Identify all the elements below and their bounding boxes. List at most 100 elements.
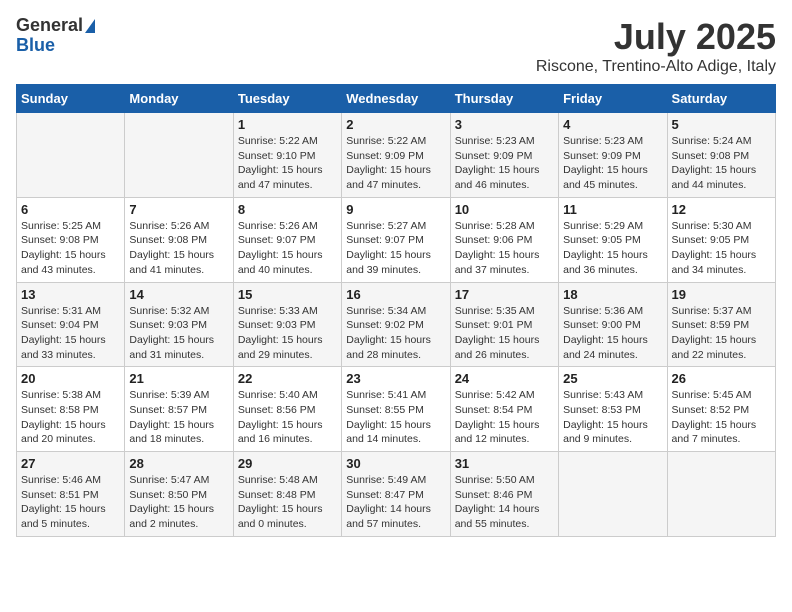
- calendar-week-row: 27 Sunrise: 5:46 AMSunset: 8:51 PMDayligh…: [17, 452, 776, 537]
- day-number: 25: [563, 371, 662, 386]
- day-number: 30: [346, 456, 445, 471]
- day-number: 4: [563, 117, 662, 132]
- day-number: 20: [21, 371, 120, 386]
- day-number: 14: [129, 287, 228, 302]
- calendar-day-cell: 29 Sunrise: 5:48 AMSunset: 8:48 PMDayligh…: [233, 452, 341, 537]
- day-number: 11: [563, 202, 662, 217]
- weekday-header: Saturday: [667, 85, 775, 113]
- day-info: Sunrise: 5:31 AMSunset: 9:04 PMDaylight:…: [21, 304, 120, 363]
- day-info: Sunrise: 5:48 AMSunset: 8:48 PMDaylight:…: [238, 473, 337, 532]
- day-info: Sunrise: 5:33 AMSunset: 9:03 PMDaylight:…: [238, 304, 337, 363]
- calendar-table: SundayMondayTuesdayWednesdayThursdayFrid…: [16, 84, 776, 537]
- day-number: 7: [129, 202, 228, 217]
- calendar-day-cell: 23Sunrise: 5:41 AMSunset: 8:55 PMDayligh…: [342, 367, 450, 452]
- day-number: 5: [672, 117, 771, 132]
- calendar-day-cell: 15 Sunrise: 5:33 AMSunset: 9:03 PMDayligh…: [233, 282, 341, 367]
- calendar-day-cell: [667, 452, 775, 537]
- day-info: Sunrise: 5:25 AMSunset: 9:08 PMDaylight:…: [21, 219, 120, 278]
- calendar-week-row: 20 Sunrise: 5:38 AMSunset: 8:58 PMDayligh…: [17, 367, 776, 452]
- day-number: 28: [129, 456, 228, 471]
- day-info: Sunrise: 5:50 AMSunset: 8:46 PMDaylight:…: [455, 473, 554, 532]
- calendar-day-cell: 11 Sunrise: 5:29 AMSunset: 9:05 PMDayligh…: [559, 197, 667, 282]
- day-number: 13: [21, 287, 120, 302]
- day-info: Sunrise: 5:37 AMSunset: 8:59 PMDaylight:…: [672, 304, 771, 363]
- calendar-day-cell: 7 Sunrise: 5:26 AMSunset: 9:08 PMDaylight…: [125, 197, 233, 282]
- day-number: 9: [346, 202, 445, 217]
- calendar-day-cell: 28 Sunrise: 5:47 AMSunset: 8:50 PMDayligh…: [125, 452, 233, 537]
- calendar-day-cell: 10Sunrise: 5:28 AMSunset: 9:06 PMDayligh…: [450, 197, 558, 282]
- weekday-header: Sunday: [17, 85, 125, 113]
- day-number: 29: [238, 456, 337, 471]
- day-info: Sunrise: 5:35 AMSunset: 9:01 PMDaylight:…: [455, 304, 554, 363]
- day-number: 12: [672, 202, 771, 217]
- calendar-day-cell: 13 Sunrise: 5:31 AMSunset: 9:04 PMDayligh…: [17, 282, 125, 367]
- calendar-day-cell: 9 Sunrise: 5:27 AMSunset: 9:07 PMDaylight…: [342, 197, 450, 282]
- calendar-day-cell: 16 Sunrise: 5:34 AMSunset: 9:02 PMDayligh…: [342, 282, 450, 367]
- calendar-day-cell: 21Sunrise: 5:39 AMSunset: 8:57 PMDayligh…: [125, 367, 233, 452]
- calendar-day-cell: 6 Sunrise: 5:25 AMSunset: 9:08 PMDaylight…: [17, 197, 125, 282]
- day-info: Sunrise: 5:34 AMSunset: 9:02 PMDaylight:…: [346, 304, 445, 363]
- logo-text-blue: Blue: [16, 36, 55, 56]
- day-number: 6: [21, 202, 120, 217]
- calendar-day-cell: 18 Sunrise: 5:36 AMSunset: 9:00 PMDayligh…: [559, 282, 667, 367]
- calendar-day-cell: 30Sunrise: 5:49 AMSunset: 8:47 PMDayligh…: [342, 452, 450, 537]
- calendar-day-cell: 27 Sunrise: 5:46 AMSunset: 8:51 PMDayligh…: [17, 452, 125, 537]
- weekday-header: Wednesday: [342, 85, 450, 113]
- logo-arrow-icon: [85, 19, 95, 33]
- day-info: Sunrise: 5:26 AMSunset: 9:07 PMDaylight:…: [238, 219, 337, 278]
- day-info: Sunrise: 5:23 AMSunset: 9:09 PMDaylight:…: [455, 134, 554, 193]
- day-info: Sunrise: 5:43 AMSunset: 8:53 PMDaylight:…: [563, 388, 662, 447]
- title-block: July 2025 Riscone, Trentino-Alto Adige, …: [536, 16, 776, 76]
- weekday-header: Tuesday: [233, 85, 341, 113]
- calendar-week-row: 1 Sunrise: 5:22 AMSunset: 9:10 PMDaylight…: [17, 113, 776, 198]
- day-info: Sunrise: 5:41 AMSunset: 8:55 PMDaylight:…: [346, 388, 445, 447]
- day-info: Sunrise: 5:38 AMSunset: 8:58 PMDaylight:…: [21, 388, 120, 447]
- calendar-day-cell: 19 Sunrise: 5:37 AMSunset: 8:59 PMDayligh…: [667, 282, 775, 367]
- logo-text-general: General: [16, 16, 83, 36]
- day-info: Sunrise: 5:46 AMSunset: 8:51 PMDaylight:…: [21, 473, 120, 532]
- day-number: 26: [672, 371, 771, 386]
- calendar-subtitle: Riscone, Trentino-Alto Adige, Italy: [536, 58, 776, 76]
- day-info: Sunrise: 5:27 AMSunset: 9:07 PMDaylight:…: [346, 219, 445, 278]
- day-number: 17: [455, 287, 554, 302]
- day-number: 18: [563, 287, 662, 302]
- day-number: 21: [129, 371, 228, 386]
- day-info: Sunrise: 5:23 AMSunset: 9:09 PMDaylight:…: [563, 134, 662, 193]
- day-info: Sunrise: 5:26 AMSunset: 9:08 PMDaylight:…: [129, 219, 228, 278]
- page-header: General Blue July 2025 Riscone, Trentino…: [16, 16, 776, 76]
- calendar-day-cell: 20 Sunrise: 5:38 AMSunset: 8:58 PMDayligh…: [17, 367, 125, 452]
- weekday-header: Thursday: [450, 85, 558, 113]
- day-number: 31: [455, 456, 554, 471]
- day-number: 19: [672, 287, 771, 302]
- day-info: Sunrise: 5:42 AMSunset: 8:54 PMDaylight:…: [455, 388, 554, 447]
- day-number: 15: [238, 287, 337, 302]
- day-info: Sunrise: 5:22 AMSunset: 9:09 PMDaylight:…: [346, 134, 445, 193]
- calendar-day-cell: [17, 113, 125, 198]
- calendar-day-cell: 17 Sunrise: 5:35 AMSunset: 9:01 PMDayligh…: [450, 282, 558, 367]
- day-info: Sunrise: 5:29 AMSunset: 9:05 PMDaylight:…: [563, 219, 662, 278]
- day-number: 8: [238, 202, 337, 217]
- day-number: 27: [21, 456, 120, 471]
- day-info: Sunrise: 5:47 AMSunset: 8:50 PMDaylight:…: [129, 473, 228, 532]
- day-number: 2: [346, 117, 445, 132]
- weekday-header: Friday: [559, 85, 667, 113]
- calendar-day-cell: 25 Sunrise: 5:43 AMSunset: 8:53 PMDayligh…: [559, 367, 667, 452]
- calendar-day-cell: 3 Sunrise: 5:23 AMSunset: 9:09 PMDaylight…: [450, 113, 558, 198]
- day-info: Sunrise: 5:45 AMSunset: 8:52 PMDaylight:…: [672, 388, 771, 447]
- day-number: 16: [346, 287, 445, 302]
- day-number: 1: [238, 117, 337, 132]
- weekday-header: Monday: [125, 85, 233, 113]
- calendar-day-cell: 1 Sunrise: 5:22 AMSunset: 9:10 PMDaylight…: [233, 113, 341, 198]
- day-info: Sunrise: 5:36 AMSunset: 9:00 PMDaylight:…: [563, 304, 662, 363]
- calendar-day-cell: 2 Sunrise: 5:22 AMSunset: 9:09 PMDaylight…: [342, 113, 450, 198]
- calendar-day-cell: 12Sunrise: 5:30 AMSunset: 9:05 PMDayligh…: [667, 197, 775, 282]
- calendar-day-cell: 26 Sunrise: 5:45 AMSunset: 8:52 PMDayligh…: [667, 367, 775, 452]
- day-info: Sunrise: 5:22 AMSunset: 9:10 PMDaylight:…: [238, 134, 337, 193]
- calendar-day-cell: [125, 113, 233, 198]
- day-info: Sunrise: 5:32 AMSunset: 9:03 PMDaylight:…: [129, 304, 228, 363]
- calendar-title: July 2025: [536, 16, 776, 58]
- day-number: 3: [455, 117, 554, 132]
- weekday-header-row: SundayMondayTuesdayWednesdayThursdayFrid…: [17, 85, 776, 113]
- calendar-day-cell: 24Sunrise: 5:42 AMSunset: 8:54 PMDayligh…: [450, 367, 558, 452]
- day-number: 22: [238, 371, 337, 386]
